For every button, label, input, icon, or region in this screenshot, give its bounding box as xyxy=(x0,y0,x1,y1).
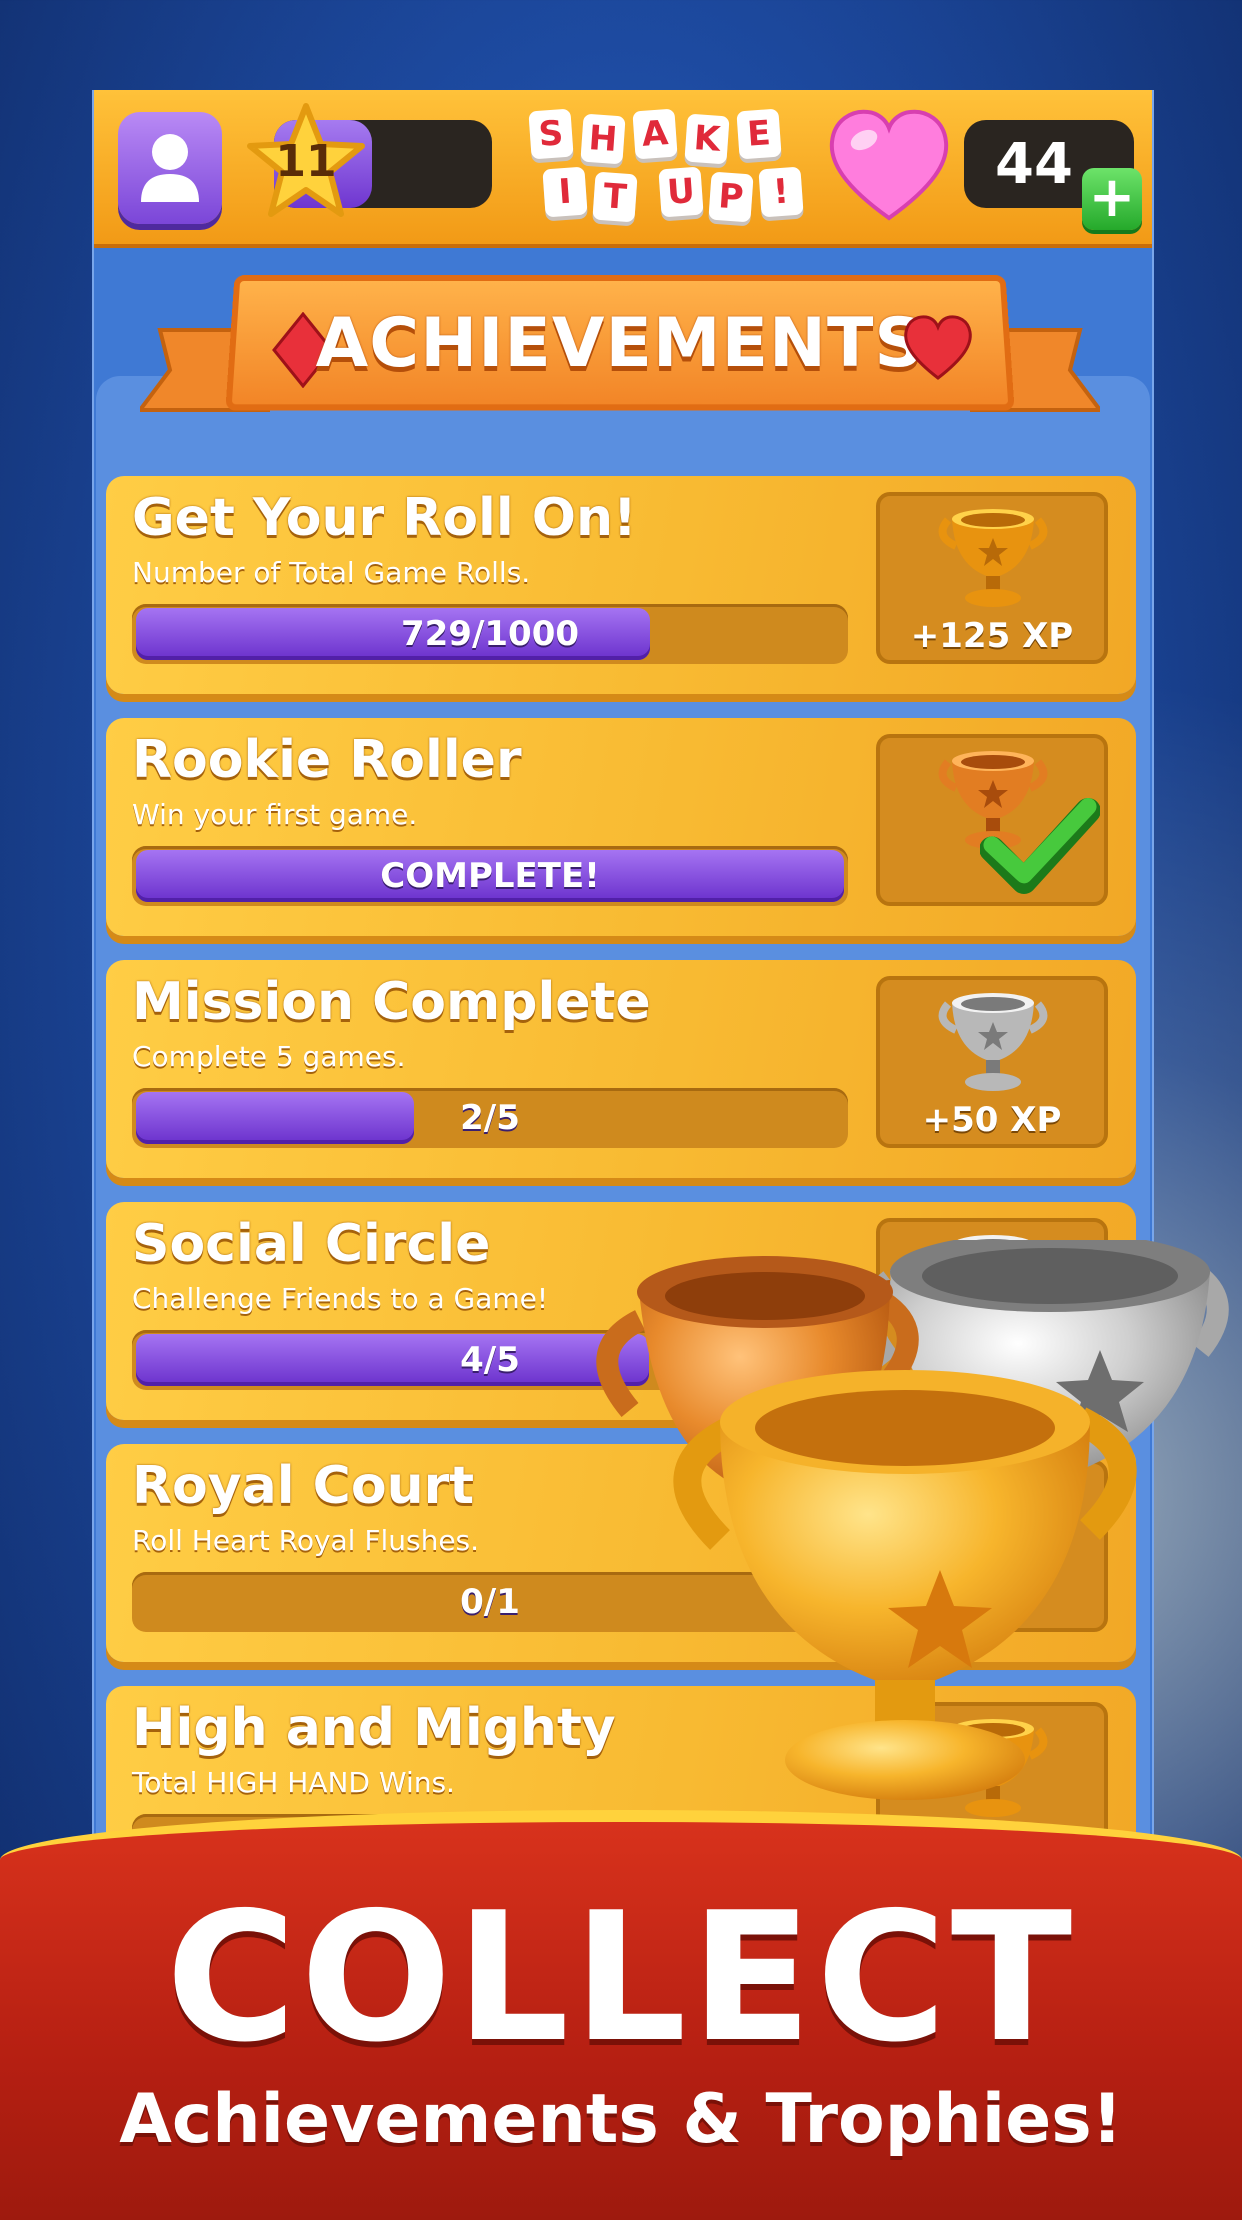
checkmark-icon xyxy=(980,798,1100,894)
achievement-title: Royal Court xyxy=(132,1456,475,1516)
achievement-description: Number of Total Game Rolls. xyxy=(132,556,531,589)
achievement-card[interactable]: Get Your Roll On! Number of Total Game Ro… xyxy=(106,476,1136,694)
achievement-reward-box xyxy=(876,734,1108,906)
achievement-description: Total HIGH HAND Wins. xyxy=(132,1766,455,1799)
achievement-description: Challenge Friends to a Game! xyxy=(132,1282,549,1315)
achievement-title: High and Mighty xyxy=(132,1698,616,1758)
achievement-description: Complete 5 games. xyxy=(132,1040,406,1073)
player-level: 11 xyxy=(275,136,337,187)
achievement-progress-bar: 729/1000 xyxy=(132,604,848,664)
heart-suit-icon xyxy=(904,315,972,380)
achievement-progress-bar: COMPLETE! xyxy=(132,846,848,906)
achievement-title: Get Your Roll On! xyxy=(132,488,637,548)
promo-headline: COLLECT xyxy=(165,1874,1077,2081)
logo-letter-tile: H xyxy=(580,113,626,165)
achievement-card[interactable]: Mission Complete Complete 5 games. 2/5 +50 … xyxy=(106,960,1136,1178)
achievement-title: Social Circle xyxy=(132,1214,491,1274)
silver-trophy-icon xyxy=(938,993,1048,1091)
achievement-progress-text: COMPLETE! xyxy=(380,856,600,896)
gold-trophy-icon xyxy=(938,509,1048,607)
profile-button[interactable] xyxy=(118,112,222,224)
achievement-reward-box: +50 XP xyxy=(876,976,1108,1148)
user-icon xyxy=(141,134,199,202)
logo-letter-tile: E xyxy=(736,108,782,160)
achievement-card[interactable]: Rookie Roller Win your first game. COMPLET… xyxy=(106,718,1136,936)
top-bar: 11 S H A K E I T U P! 44 + xyxy=(94,90,1152,248)
achievement-description: Win your first game. xyxy=(132,798,418,831)
logo-letter-tile: S xyxy=(528,108,574,160)
achievement-reward-xp: +125 XP xyxy=(910,616,1074,656)
achievements-ribbon: ACHIEVEMENTS xyxy=(140,270,1100,460)
heart-icon xyxy=(829,109,949,221)
shake-it-up-logo: S H A K E I T U P! xyxy=(524,102,804,232)
achievement-description: Roll Heart Royal Flushes. xyxy=(132,1524,480,1557)
logo-letter-tile: A xyxy=(632,108,678,160)
logo-letter-tile: U xyxy=(658,166,704,218)
achievement-progress-bar: 2/5 xyxy=(132,1088,848,1148)
achievement-title: Rookie Roller xyxy=(132,730,522,790)
achievement-title: Mission Complete xyxy=(132,972,651,1032)
achievement-reward-box: +125 XP xyxy=(876,492,1108,664)
trophies-illustration xyxy=(596,1240,1229,1800)
ribbon-title: ACHIEVEMENTS xyxy=(315,304,925,383)
logo-letter-tile: P xyxy=(708,171,754,223)
achievement-progress-text: 729/1000 xyxy=(400,614,580,654)
logo-letter-tile: T xyxy=(592,171,638,223)
gold-trophy-icon xyxy=(673,1370,1137,1800)
achievement-progress-text: 2/5 xyxy=(460,1098,520,1138)
achievement-reward-xp: +50 XP xyxy=(922,1100,1062,1140)
hearts-count: 44 xyxy=(995,132,1073,197)
logo-letter-tile: K xyxy=(684,113,730,165)
logo-letter-tile: ! xyxy=(758,166,804,218)
promo-subline: Achievements & Trophies! xyxy=(119,2080,1123,2159)
add-hearts-button[interactable]: + xyxy=(1082,168,1142,230)
logo-letter-tile: I xyxy=(542,166,588,218)
